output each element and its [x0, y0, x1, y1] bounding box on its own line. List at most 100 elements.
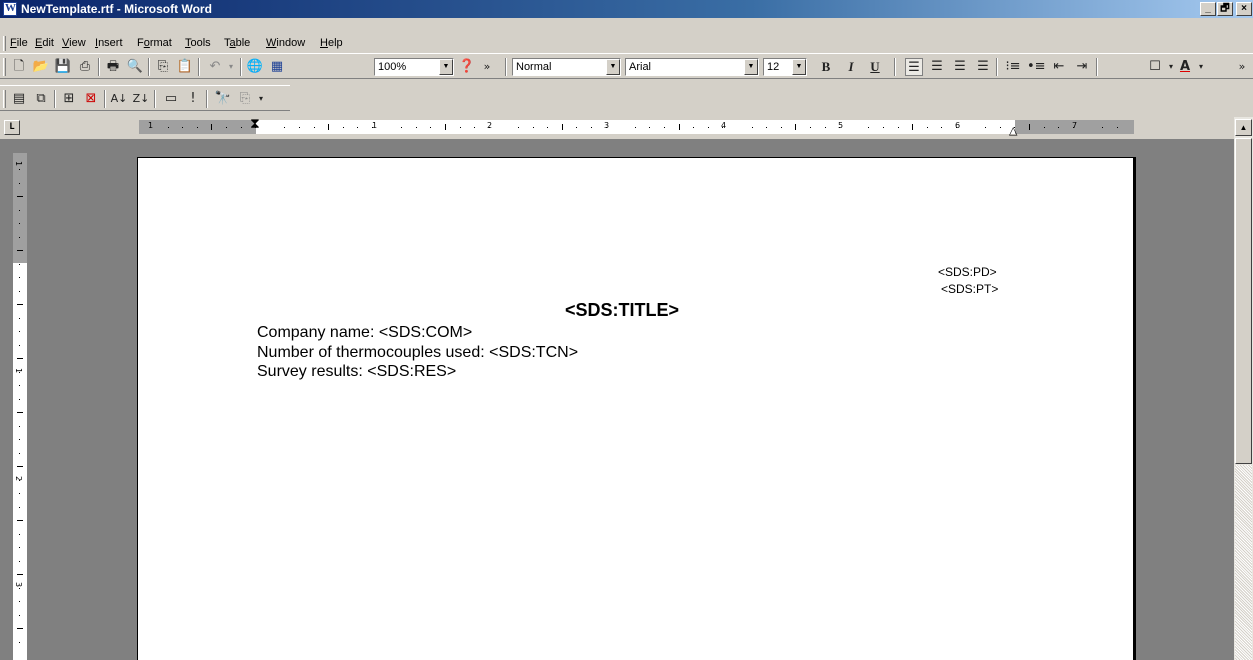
- close-button[interactable]: ×: [1236, 2, 1252, 16]
- menu-window[interactable]: Window: [266, 37, 305, 49]
- menu-file[interactable]: File: [10, 37, 28, 49]
- help-icon[interactable]: ❓: [458, 58, 476, 76]
- vertical-scrollbar[interactable]: ▲: [1234, 117, 1253, 660]
- ruler-label: 2: [487, 121, 493, 130]
- ruler-tick: [532, 127, 534, 128]
- data-form-icon[interactable]: ▤: [10, 90, 28, 108]
- tab-selector[interactable]: L: [4, 120, 20, 135]
- align-center-icon[interactable]: ☰: [928, 58, 946, 76]
- manage-fields-icon[interactable]: ⧉: [32, 90, 50, 108]
- menu-insert[interactable]: Insert: [95, 37, 123, 49]
- vruler-tick: [19, 452, 20, 454]
- font-size-combo[interactable]: 12 ▼: [763, 58, 807, 76]
- window-title: NewTemplate.rtf - Microsoft Word: [21, 2, 212, 16]
- ruler-tick: [941, 127, 943, 128]
- justify-icon[interactable]: ☰: [974, 58, 992, 76]
- vruler-tick: [19, 493, 20, 494]
- insert-database-icon[interactable]: ▭: [162, 90, 180, 108]
- toolbar-grip[interactable]: [3, 90, 6, 108]
- scroll-track[interactable]: [1235, 465, 1252, 660]
- paste-icon[interactable]: 📋: [176, 58, 194, 76]
- ruler-tick: [839, 127, 841, 128]
- print-icon[interactable]: 🖶: [104, 58, 122, 76]
- scroll-thumb[interactable]: [1235, 138, 1252, 464]
- font-color-dropdown-icon[interactable]: ▾: [1192, 58, 1210, 76]
- bold-button[interactable]: B: [817, 58, 835, 76]
- thermocouples-line[interactable]: Number of thermocouples used: <SDS:TCN>: [257, 344, 578, 362]
- font-combo[interactable]: Arial ▼: [625, 58, 759, 76]
- menu-tools[interactable]: Tools: [185, 37, 211, 49]
- menu-view[interactable]: View: [62, 37, 86, 49]
- save-icon[interactable]: 💾: [54, 58, 72, 76]
- table-icon[interactable]: ▦: [268, 58, 286, 76]
- italic-button[interactable]: I: [842, 58, 860, 76]
- ruler-label: 1: [372, 121, 378, 130]
- horizontal-ruler[interactable]: 1 1 2 3 4 5 6 7: [139, 120, 1134, 134]
- sort-descending-icon[interactable]: Z↓: [132, 90, 150, 108]
- print-preview-icon[interactable]: 🔍: [126, 58, 144, 76]
- ruler-label: 4: [721, 121, 727, 130]
- toolbar-separator: [54, 90, 56, 108]
- ruler-tick: [649, 127, 651, 128]
- copy-icon[interactable]: ⎘: [154, 58, 172, 76]
- ruler-tick: [313, 127, 315, 128]
- bullets-icon[interactable]: •≡: [1027, 58, 1046, 76]
- survey-results-line[interactable]: Survey results: <SDS:RES>: [257, 363, 456, 381]
- toolbar-more-icon[interactable]: »: [1233, 58, 1251, 76]
- underline-button[interactable]: U: [866, 58, 884, 76]
- delete-record-icon[interactable]: ⊠: [82, 90, 100, 108]
- ruler-tick: [707, 127, 709, 128]
- document-page[interactable]: <SDS:PD> <SDS:PT> <SDS:TITLE> Company na…: [137, 157, 1136, 660]
- align-left-icon[interactable]: ☰: [905, 58, 923, 76]
- open-folder-icon[interactable]: 📂: [32, 58, 50, 76]
- toolbar-more-icon[interactable]: »: [478, 58, 496, 76]
- standard-toolbar: 🗋 📂 💾 ⎙ 🖶 🔍 ⎘ 📋 ↶ ▾ 🌐 ▦ 100% ▼ ❓ » Normal…: [0, 53, 1253, 79]
- vruler-tick: [19, 398, 20, 400]
- toolbar-grip[interactable]: [3, 58, 6, 76]
- vruler-tick: [19, 209, 20, 211]
- vruler-tick: [19, 317, 20, 319]
- new-document-icon[interactable]: 🗋: [10, 58, 28, 76]
- vruler-label: 1: [14, 160, 24, 167]
- menu-table[interactable]: Table: [224, 37, 250, 49]
- chevron-down-icon[interactable]: ▼: [792, 59, 806, 75]
- vruler-tick: [19, 614, 20, 616]
- vertical-ruler[interactable]: 1 1 2 3: [0, 139, 36, 660]
- increase-indent-icon[interactable]: ⇥: [1073, 58, 1091, 76]
- menu-grip[interactable]: [3, 36, 6, 51]
- menu-edit[interactable]: Edit: [35, 37, 54, 49]
- numbering-icon[interactable]: ⁝≡: [1004, 58, 1022, 76]
- menu-help[interactable]: Help: [320, 37, 343, 49]
- document-title-field[interactable]: <SDS:TITLE>: [565, 300, 679, 321]
- right-indent-marker-icon[interactable]: △: [1009, 124, 1017, 137]
- vruler-tick: [19, 371, 20, 373]
- sort-ascending-icon[interactable]: A↓: [110, 90, 128, 108]
- indent-marker-icon[interactable]: ⧗: [250, 117, 260, 131]
- chevron-down-icon[interactable]: ▼: [606, 59, 620, 75]
- company-name-line[interactable]: Company name: <SDS:COM>: [257, 324, 472, 342]
- menu-format[interactable]: Format: [137, 37, 172, 49]
- word-app-icon[interactable]: [3, 2, 17, 16]
- chevron-down-icon[interactable]: ▼: [744, 59, 758, 75]
- update-field-icon[interactable]: !: [184, 90, 202, 108]
- undo-dropdown-icon[interactable]: ▾: [222, 58, 240, 76]
- web-icon[interactable]: 🌐: [246, 58, 264, 76]
- ruler-tick: [956, 127, 957, 128]
- zoom-combo[interactable]: 100% ▼: [374, 58, 454, 76]
- vruler-tick: [19, 331, 20, 332]
- toolbar-dropdown-icon[interactable]: ▾: [252, 90, 270, 108]
- style-combo[interactable]: Normal ▼: [512, 58, 621, 76]
- chevron-down-icon[interactable]: ▼: [439, 59, 453, 75]
- decrease-indent-icon[interactable]: ⇤: [1050, 58, 1068, 76]
- permission-icon[interactable]: ⎙: [76, 58, 94, 76]
- header-date-field[interactable]: <SDS:PD>: [938, 265, 997, 279]
- align-right-icon[interactable]: ☰: [951, 58, 969, 76]
- add-record-icon[interactable]: ⊞: [60, 90, 78, 108]
- minimize-button[interactable]: _: [1200, 2, 1216, 16]
- ruler-tick: [211, 124, 213, 130]
- scroll-up-icon[interactable]: ▲: [1235, 119, 1252, 136]
- find-record-icon[interactable]: 🔭: [214, 90, 232, 108]
- restore-button[interactable]: 🗗: [1217, 2, 1233, 16]
- menu-bar: File Edit View Insert Format Tools Table…: [0, 33, 1253, 53]
- header-time-field[interactable]: <SDS:PT>: [941, 282, 998, 296]
